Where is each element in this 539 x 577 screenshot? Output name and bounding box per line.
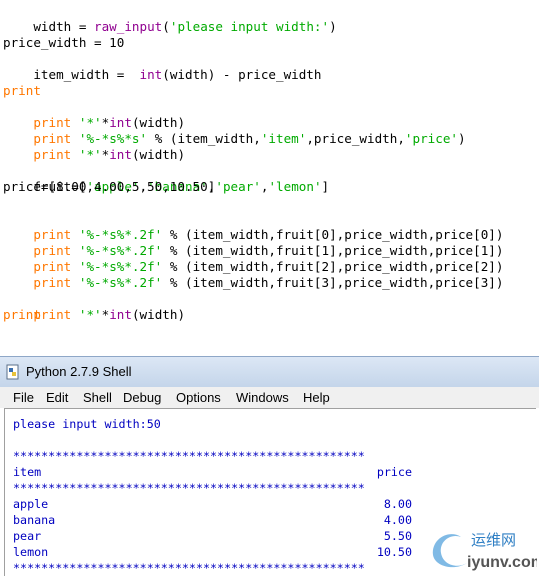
code-token: 'lemon' <box>268 179 322 194</box>
menu-windows[interactable]: Windows <box>236 390 289 405</box>
menu-options[interactable]: Options <box>176 390 221 405</box>
separator-line: ****************************************… <box>13 481 365 495</box>
code-token: item_width = <box>33 67 140 82</box>
code-line-19: print '*'*int(width) <box>3 291 185 322</box>
row-price: 5.50 <box>383 529 412 543</box>
code-token: % (item_width,fruit[3],price_width,price… <box>162 275 504 290</box>
code-line-14: print '%-*s%*.2f' % (item_width,fruit[0]… <box>3 211 503 242</box>
watermark-swirl-icon: 运维网 iyunv.com <box>432 531 539 571</box>
separator-line: ****************************************… <box>13 449 365 463</box>
code-token: (width) <box>131 307 186 322</box>
watermark-logo: 运维网 iyunv.com <box>427 525 539 573</box>
code-line-4: item_width = int(width) - price_width <box>3 51 321 82</box>
code-line-9: print '*'*int(width) <box>3 131 185 162</box>
shell-titlebar[interactable]: Python 2.7.9 Shell <box>0 356 539 388</box>
row-name: banana <box>13 513 56 527</box>
header-item: item <box>13 465 42 479</box>
code-token: ( <box>162 19 170 34</box>
window-title: Python 2.7.9 Shell <box>26 364 132 379</box>
code-token: width <box>33 19 72 34</box>
row-price: 8.00 <box>383 497 412 511</box>
code-token: '*' <box>78 307 102 322</box>
watermark-cn: 运维网 <box>471 531 516 549</box>
code-token: ) <box>329 19 337 34</box>
row-name: lemon <box>13 545 49 559</box>
watermark-domain: iyunv.com <box>467 554 537 571</box>
menu-bar: File Edit Shell Debug Options Windows He… <box>0 387 539 408</box>
code-line-11: fruit=['apple','banana','pear','lemon'] <box>3 163 329 194</box>
code-token: = <box>71 19 95 34</box>
code-token: ,price_width, <box>306 131 405 146</box>
code-line-6: print <box>3 83 41 98</box>
row-name: apple <box>13 497 49 511</box>
code-line-7: print '*'*int(width) <box>3 99 185 130</box>
code-line-3: price_width = 10 <box>3 35 125 50</box>
code-line-15: print '%-*s%*.2f' % (item_width,fruit[1]… <box>3 227 503 258</box>
code-token: 'price' <box>404 131 458 146</box>
code-line-12: price=[8.00,4.00,5.50,10.50] <box>3 179 216 194</box>
code-line-8: print '%-*s%*s' % (item_width,'item',pri… <box>3 115 465 146</box>
code-token: 'please input width:' <box>169 19 330 34</box>
code-token: int <box>109 307 132 322</box>
code-token: ) <box>458 131 466 146</box>
code-token: (width) <box>131 147 186 162</box>
menu-debug[interactable]: Debug <box>123 390 161 405</box>
code-token: print <box>33 147 72 162</box>
code-token: 'pear' <box>215 179 261 194</box>
menu-file[interactable]: File <box>13 390 34 405</box>
row-price: 10.50 <box>376 545 412 559</box>
code-token: '*' <box>78 147 102 162</box>
header-price: price <box>376 465 412 479</box>
row-name: pear <box>13 529 42 543</box>
code-token: int <box>109 147 132 162</box>
code-token: print <box>33 275 72 290</box>
row-price: 4.00 <box>383 513 412 527</box>
code-token: int <box>139 67 163 82</box>
separator-line: ****************************************… <box>13 561 365 575</box>
code-editor[interactable]: width = raw_input('please input width:')… <box>0 0 539 340</box>
menu-help[interactable]: Help <box>303 390 330 405</box>
code-token: '%-*s%*.2f' <box>78 275 163 290</box>
code-token: ] <box>321 179 330 194</box>
code-line-16: print '%-*s%*.2f' % (item_width,fruit[2]… <box>3 243 503 274</box>
menu-edit[interactable]: Edit <box>46 390 68 405</box>
code-line-17: print '%-*s%*.2f' % (item_width,fruit[3]… <box>3 259 503 290</box>
python-file-icon <box>6 364 19 380</box>
code-line-20: print <box>3 307 41 322</box>
menu-shell[interactable]: Shell <box>83 390 112 405</box>
code-line-1: width = raw_input('please input width:') <box>3 3 336 34</box>
code-token: 'item' <box>260 131 307 146</box>
code-token: (width) - price_width <box>162 67 322 82</box>
shell-prompt-line: please input width:50 <box>13 417 161 431</box>
code-token: raw_input <box>94 19 163 34</box>
